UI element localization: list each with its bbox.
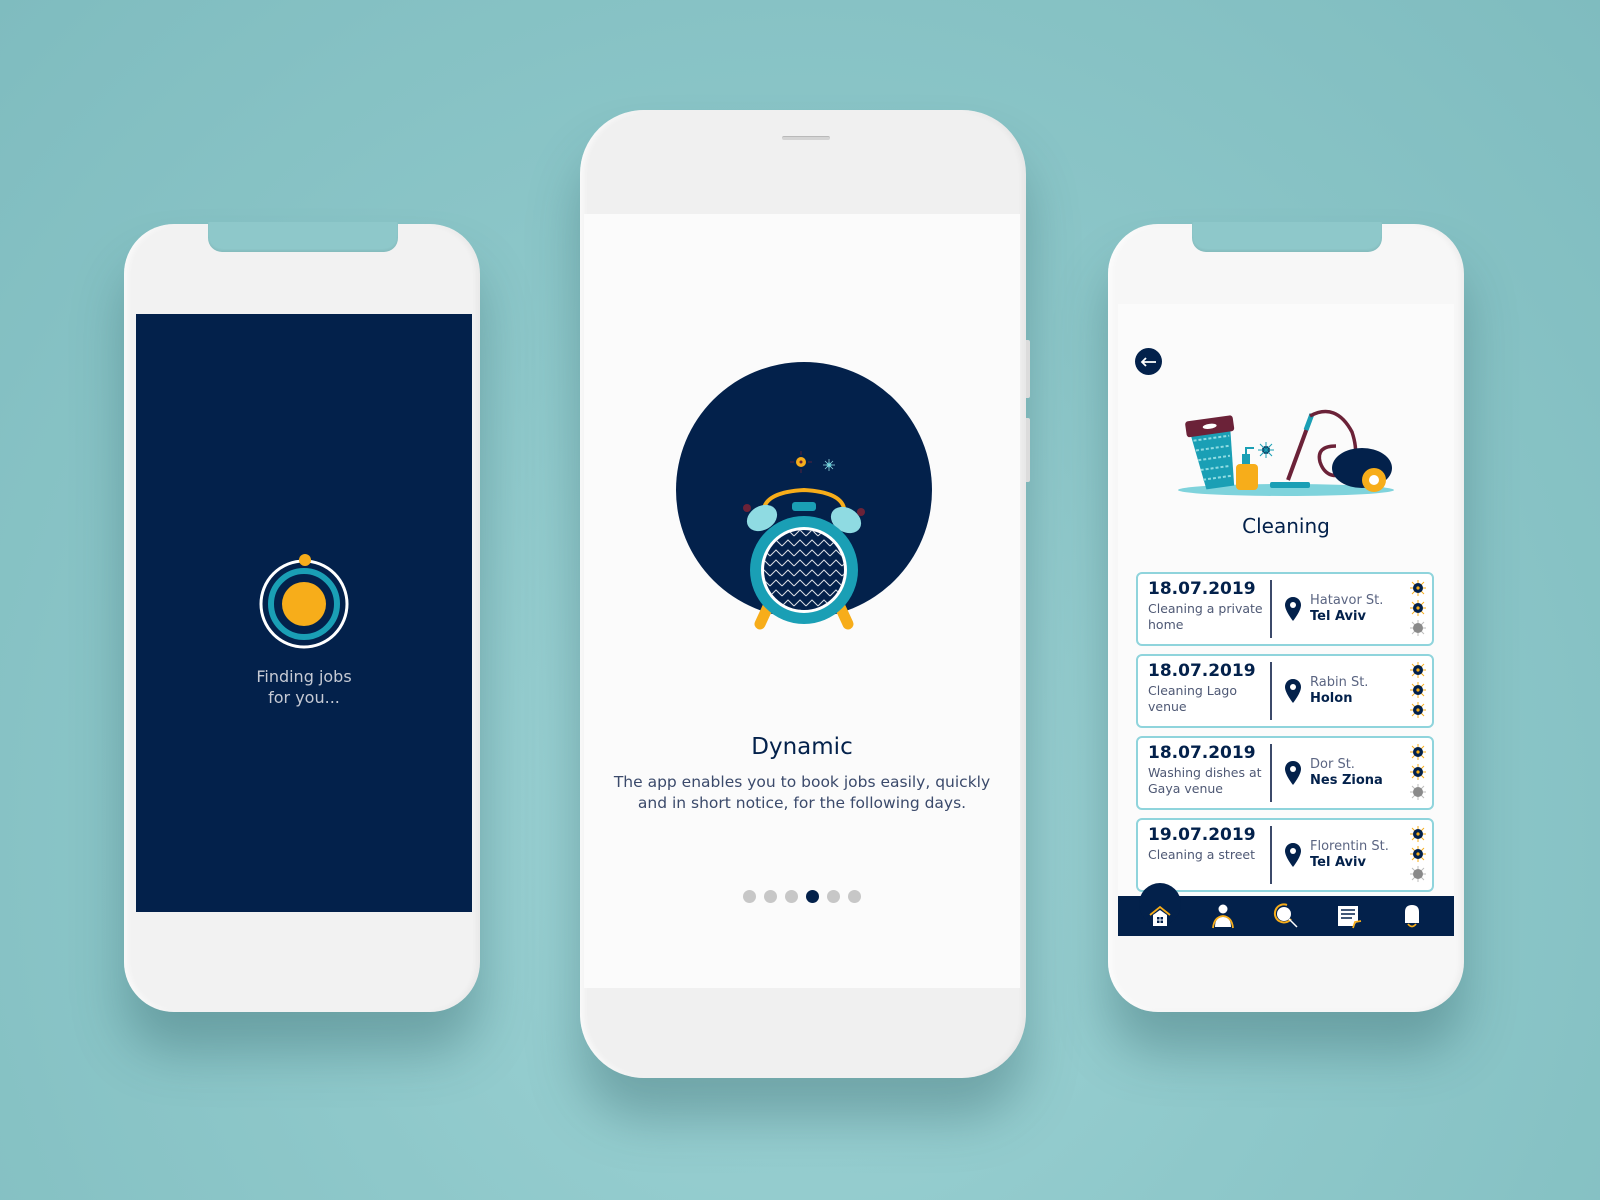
tab-bell[interactable] — [1395, 899, 1429, 933]
rating-sun-filled-icon — [1410, 702, 1426, 718]
job-city: Nes Ziona — [1310, 773, 1383, 788]
job-description-line1: Cleaning Lago — [1148, 683, 1237, 698]
job-description-line2: Gaya venue — [1148, 781, 1223, 796]
phone-center: Dynamic The app enables you to book jobs… — [580, 110, 1030, 1078]
job-description: Cleaning a street — [1148, 847, 1270, 863]
job-list-screen: Cleaning 18.07.2019 Cleaning a private h… — [1118, 304, 1454, 936]
rating-sun-empty-icon — [1410, 784, 1426, 800]
location-pin-icon — [1285, 843, 1301, 867]
rating-sun-filled-icon — [1410, 682, 1426, 698]
job-info: 18.07.2019 Cleaning Lago venue — [1138, 661, 1272, 720]
search-icon — [1273, 903, 1299, 929]
job-description-line2: home — [1148, 617, 1184, 632]
category-title: Cleaning — [1242, 514, 1330, 538]
orbit-loader-icon — [259, 554, 349, 649]
job-street: Hatavor St. — [1310, 593, 1384, 608]
volume-down-button — [1026, 418, 1030, 482]
phone-notch — [208, 222, 398, 252]
cleaning-supplies-icon — [1178, 409, 1394, 496]
job-date: 18.07.2019 — [1148, 661, 1256, 681]
job-description-line1: Cleaning a street — [1148, 847, 1255, 862]
onboarding-description: The app enables you to book jobs easily,… — [604, 772, 1000, 814]
tab-search[interactable] — [1269, 899, 1303, 933]
job-city: Tel Aviv — [1310, 609, 1366, 624]
job-description: Cleaning Lago venue — [1148, 683, 1270, 715]
job-rating — [1410, 580, 1426, 636]
job-street: Florentin St. — [1310, 839, 1389, 854]
rating-sun-filled-icon — [1410, 600, 1426, 616]
job-street: Rabin St. — [1310, 675, 1369, 690]
job-rating — [1410, 744, 1426, 800]
rating-sun-empty-icon — [1410, 866, 1426, 882]
loading-text-line1: Finding jobs — [256, 667, 352, 686]
job-description: Cleaning a private home — [1148, 601, 1270, 633]
job-description-line1: Cleaning a private — [1148, 601, 1263, 616]
job-rating — [1410, 826, 1426, 882]
bell-icon — [1401, 903, 1423, 929]
job-city: Holon — [1310, 691, 1353, 706]
job-card[interactable]: 18.07.2019 Cleaning a private home Hatav… — [1136, 572, 1434, 646]
job-list: 18.07.2019 Cleaning a private home Hatav… — [1136, 572, 1434, 900]
location-pin-icon — [1285, 597, 1301, 621]
document-icon — [1336, 903, 1362, 929]
job-location: Florentin St. Tel Aviv — [1272, 820, 1402, 890]
profile-icon — [1211, 903, 1235, 929]
rating-sun-filled-icon — [1410, 662, 1426, 678]
job-street: Dor St. — [1310, 757, 1355, 772]
job-city: Tel Aviv — [1310, 855, 1366, 870]
job-location: Rabin St. Holon — [1272, 656, 1402, 726]
rating-sun-filled-icon — [1410, 580, 1426, 596]
job-info: 18.07.2019 Washing dishes at Gaya venue — [1138, 743, 1272, 802]
pagination-dot[interactable] — [785, 890, 798, 903]
pagination-dot[interactable] — [806, 890, 819, 903]
rating-sun-filled-icon — [1410, 826, 1426, 842]
job-card[interactable]: 19.07.2019 Cleaning a street Florentin S… — [1136, 818, 1434, 892]
phone-speaker — [782, 136, 830, 140]
location-pin-icon — [1285, 679, 1301, 703]
rating-sun-empty-icon — [1410, 620, 1426, 636]
rating-sun-filled-icon — [1410, 846, 1426, 862]
job-location: Hatavor St. Tel Aviv — [1272, 574, 1402, 644]
job-date: 19.07.2019 — [1148, 825, 1256, 845]
location-pin-icon — [1285, 761, 1301, 785]
job-date: 18.07.2019 — [1148, 579, 1256, 599]
onboarding-description-line1: The app enables you to book jobs easily,… — [613, 773, 991, 791]
onboarding-title: Dynamic — [751, 734, 853, 760]
pagination-dot[interactable] — [827, 890, 840, 903]
phone-right: Cleaning 18.07.2019 Cleaning a private h… — [1108, 222, 1464, 1012]
volume-up-button — [1026, 340, 1030, 398]
bottom-tab-bar — [1118, 883, 1454, 936]
phone-notch — [1192, 222, 1382, 252]
tab-home[interactable] — [1138, 883, 1181, 933]
pagination-dots[interactable] — [584, 890, 1020, 903]
rating-sun-filled-icon — [1410, 744, 1426, 760]
job-card[interactable]: 18.07.2019 Washing dishes at Gaya venue … — [1136, 736, 1434, 810]
tab-document[interactable] — [1332, 899, 1366, 933]
job-info: 19.07.2019 Cleaning a street — [1138, 825, 1272, 884]
job-rating — [1410, 662, 1426, 718]
loading-text: Finding jobs for you... — [136, 666, 472, 708]
job-description-line1: Washing dishes at — [1148, 765, 1262, 780]
pagination-dot[interactable] — [764, 890, 777, 903]
phone-left: Finding jobs for you... — [124, 222, 480, 1012]
alarm-clock-icon — [743, 451, 865, 630]
home-icon — [1147, 904, 1173, 928]
back-button[interactable] — [1135, 348, 1162, 375]
pagination-dot[interactable] — [848, 890, 861, 903]
tab-profile[interactable] — [1206, 899, 1240, 933]
pagination-dot[interactable] — [743, 890, 756, 903]
job-card[interactable]: 18.07.2019 Cleaning Lago venue Rabin St.… — [1136, 654, 1434, 728]
loading-text-line2: for you... — [268, 688, 340, 707]
job-location: Dor St. Nes Ziona — [1272, 738, 1402, 808]
onboarding-screen: Dynamic The app enables you to book jobs… — [584, 214, 1020, 988]
job-date: 18.07.2019 — [1148, 743, 1256, 763]
job-description-line2: venue — [1148, 699, 1187, 714]
onboarding-description-line2: and in short notice, for the following d… — [637, 794, 967, 812]
loading-screen: Finding jobs for you... — [136, 314, 472, 912]
job-info: 18.07.2019 Cleaning a private home — [1138, 579, 1272, 638]
arrow-left-icon — [1140, 356, 1156, 367]
job-description: Washing dishes at Gaya venue — [1148, 765, 1270, 797]
rating-sun-filled-icon — [1410, 764, 1426, 780]
